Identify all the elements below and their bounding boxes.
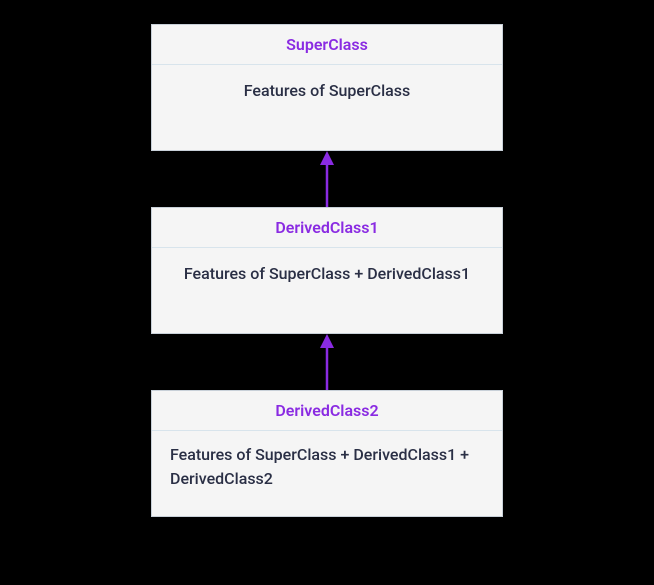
class-box-derivedclass2: DerivedClass2 Features of SuperClass + D… (151, 390, 503, 517)
class-box-superclass: SuperClass Features of SuperClass (151, 24, 503, 151)
arrow-up-icon (317, 151, 337, 207)
class-name: DerivedClass2 (152, 391, 502, 431)
class-features: Features of SuperClass + DerivedClass1 (152, 248, 502, 333)
class-name: DerivedClass1 (152, 208, 502, 248)
class-features: Features of SuperClass + DerivedClass1 +… (152, 431, 502, 516)
class-name: SuperClass (152, 25, 502, 65)
class-features: Features of SuperClass (152, 65, 502, 150)
inheritance-arrow (317, 334, 337, 390)
inheritance-arrow (317, 151, 337, 207)
arrow-up-icon (317, 334, 337, 390)
class-box-derivedclass1: DerivedClass1 Features of SuperClass + D… (151, 207, 503, 334)
